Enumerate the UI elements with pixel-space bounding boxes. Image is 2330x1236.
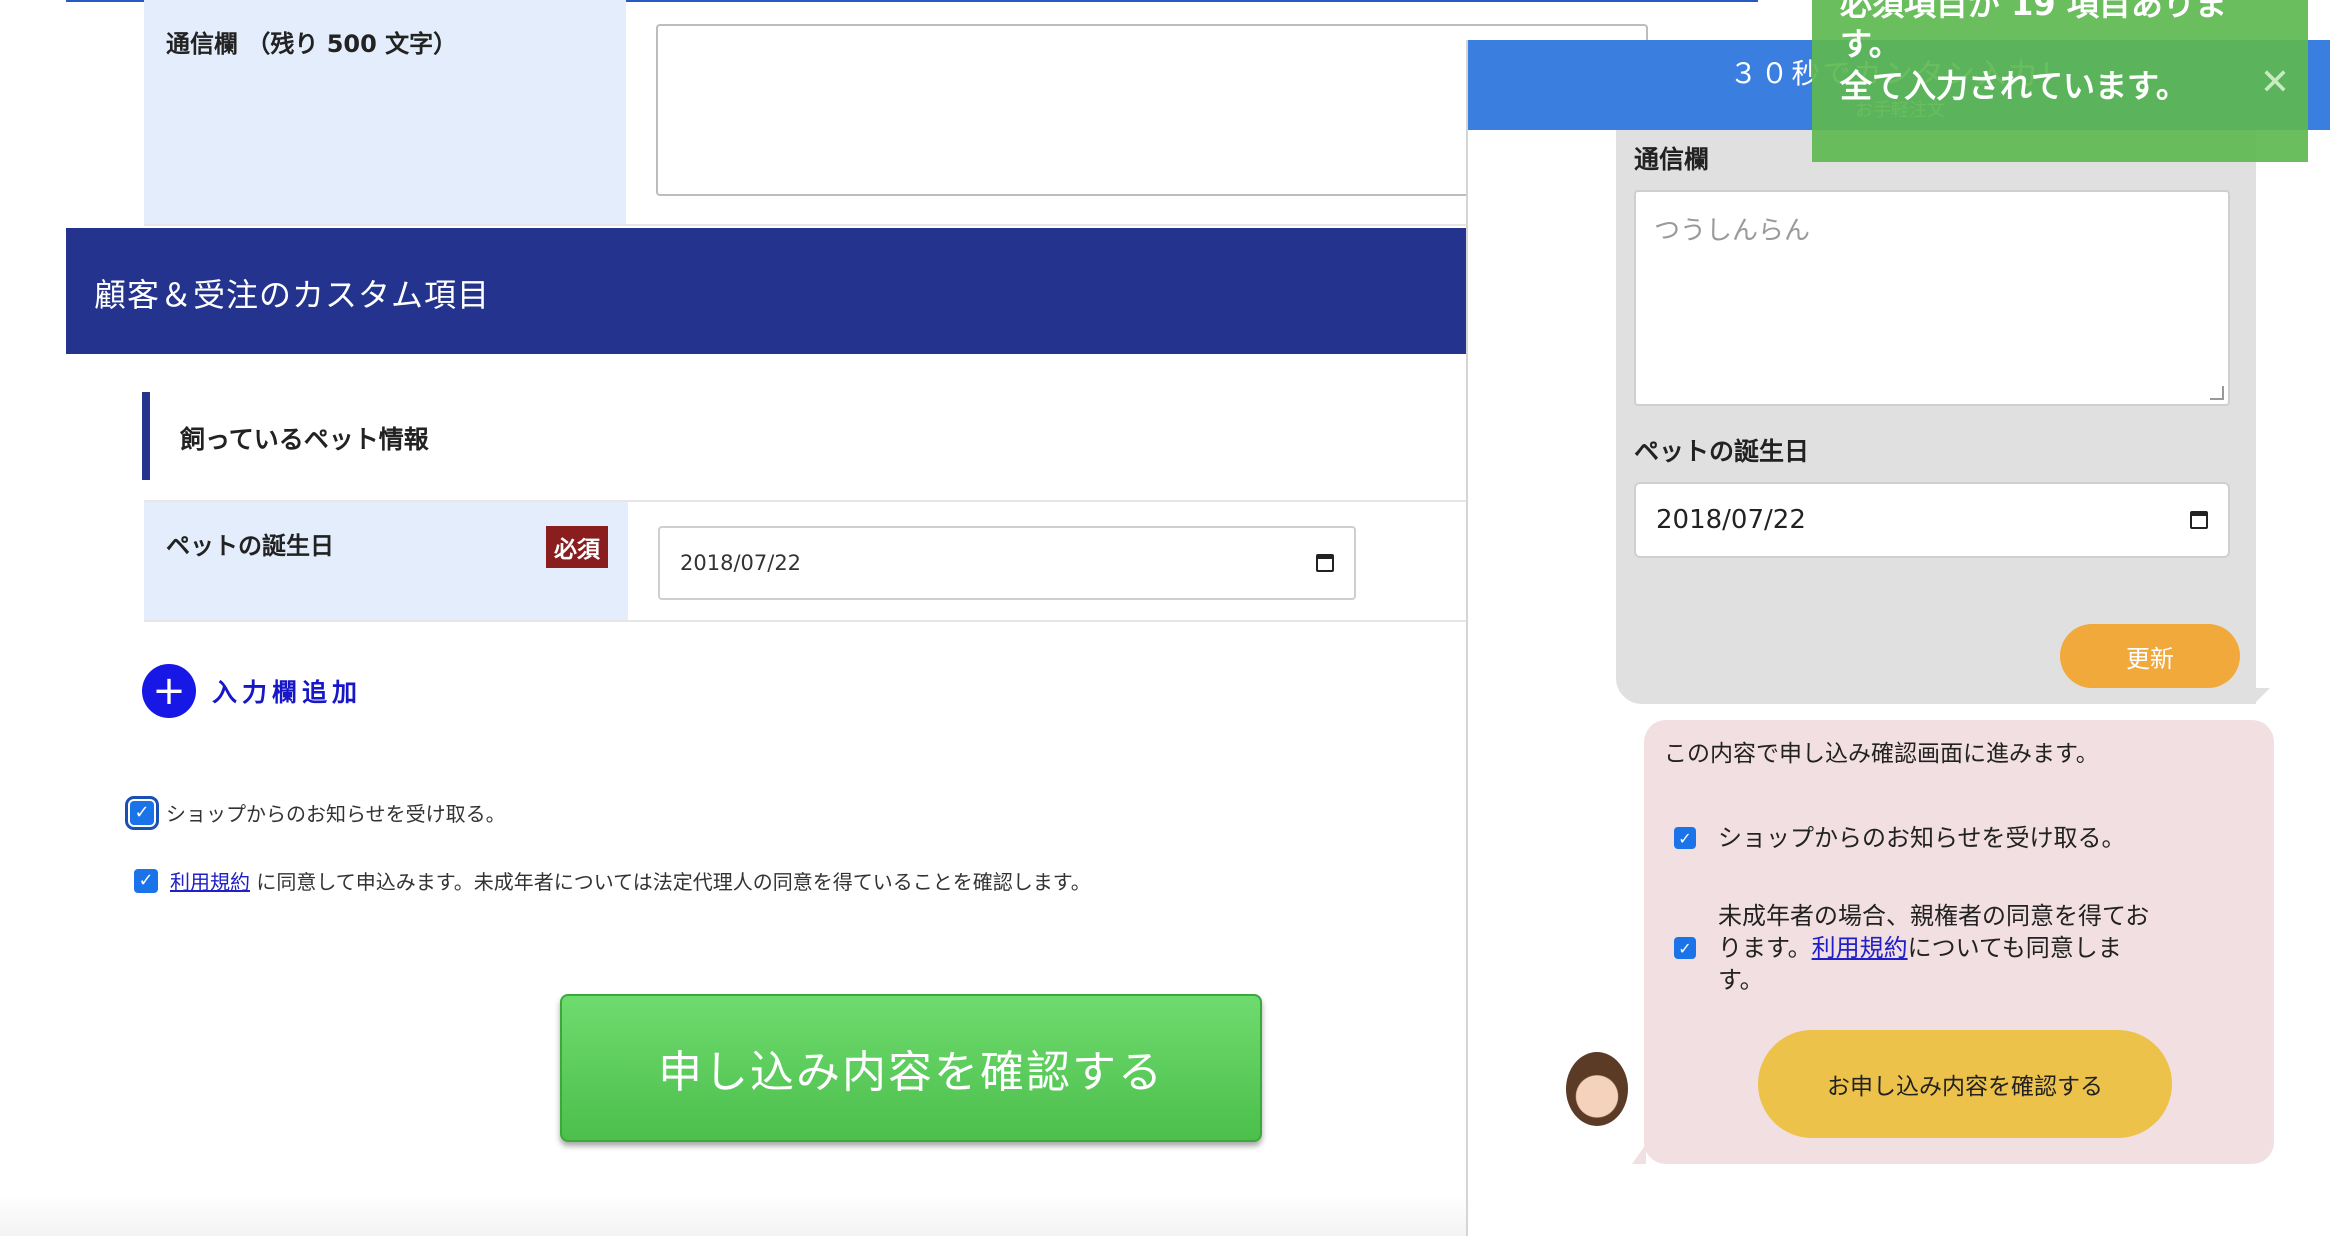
- resize-grip-icon[interactable]: [2210, 386, 2224, 400]
- terms-line: ✓ 利用規約 に同意して申込みます。未成年者については法定代理人の同意を得ている…: [134, 866, 1091, 895]
- operator-avatar: [1566, 1052, 1628, 1126]
- calendar-icon[interactable]: [1316, 554, 1334, 572]
- notification-toast: 必須項目が 19 項目ありま す。 全て入力されています。 ✕: [1812, 0, 2308, 162]
- bubble-tail: [2254, 688, 2270, 704]
- confirm-intro: この内容で申し込み確認画面に進みます。: [1664, 741, 2099, 767]
- page-root: 通信欄 （残り 500 文字） 顧客＆受注のカスタム項目 飼っているペット情報 …: [0, 0, 2330, 1236]
- chat-pet-birthday-value: 2018/07/22: [1656, 505, 1806, 535]
- memo-row: 通信欄 （残り 500 文字）: [144, 0, 1678, 226]
- bubble-tail-left: [1632, 1144, 1646, 1164]
- chat-pet-birthday-label: ペットの誕生日: [1634, 437, 1810, 466]
- newsletter-label: ショップからのお知らせを受け取る。: [166, 802, 506, 826]
- chat-confirm-button[interactable]: お申し込み内容を確認する: [1758, 1030, 2172, 1138]
- pet-birthday-row: ペットの誕生日 必須 2018/07/22: [144, 500, 1678, 622]
- minor-text-4: す。: [1718, 966, 1764, 994]
- terms-text: に同意して申込みます。未成年者については法定代理人の同意を得ていることを確認しま…: [250, 870, 1091, 894]
- add-field-label[interactable]: 入力欄追加: [212, 673, 362, 709]
- chat-newsletter-checkbox[interactable]: ✓: [1674, 827, 1696, 849]
- close-icon[interactable]: ✕: [2260, 62, 2290, 103]
- minor-text-3: についても同意しま: [1907, 934, 2122, 962]
- chat-memo-placeholder: つうしんらん: [1654, 216, 1811, 246]
- pet-info-subheading: 飼っているペット情報: [142, 392, 1678, 480]
- terms-checkbox[interactable]: ✓: [134, 868, 158, 893]
- toast-line1: 必須項目が 19 項目ありま: [1840, 0, 2227, 23]
- chat-memo-textarea[interactable]: つうしんらん: [1634, 190, 2230, 406]
- chat-terms-text: 未成年者の場合、親権者の同意を得てお ります。利用規約についても同意しま す。: [1718, 900, 2149, 996]
- terms-link[interactable]: 利用規約: [170, 870, 250, 894]
- required-badge: 必須: [546, 526, 608, 568]
- chat-panel: ３０秒でカンタン入力！ お手軽注文 通信欄 つうしんらん ペットの誕生日 201…: [1466, 40, 2330, 1236]
- chat-newsletter-line: ✓ ショップからのお知らせを受け取る。: [1674, 822, 2234, 854]
- confirm-application-button[interactable]: 申し込み内容を確認する: [560, 994, 1262, 1142]
- update-button[interactable]: 更新: [2060, 624, 2240, 688]
- plus-icon[interactable]: +: [142, 664, 196, 718]
- pet-birthday-date-value: 2018/07/22: [680, 551, 802, 575]
- minor-text-1: 未成年者の場合、親権者の同意を得てお: [1718, 902, 2150, 930]
- calendar-icon[interactable]: [2190, 511, 2208, 529]
- toast-line1b: す。: [1840, 25, 1901, 63]
- terms-text-wrap: 利用規約 に同意して申込みます。未成年者については法定代理人の同意を得ていること…: [170, 866, 1091, 895]
- pet-birthday-date-input[interactable]: 2018/07/22: [658, 526, 1356, 600]
- bottom-fade: [0, 1196, 1470, 1236]
- chat-terms-link[interactable]: 利用規約: [1812, 934, 1908, 962]
- memo-label: 通信欄 （残り 500 文字）: [144, 0, 626, 224]
- chat-terms-line: ✓ 未成年者の場合、親権者の同意を得てお ります。利用規約についても同意しま す…: [1674, 900, 2234, 996]
- chat-newsletter-label: ショップからのお知らせを受け取る。: [1718, 824, 2126, 852]
- pet-birthday-label-cell: ペットの誕生日 必須: [144, 502, 628, 620]
- chat-pet-birthday-input[interactable]: 2018/07/22: [1634, 482, 2230, 558]
- newsletter-checkbox[interactable]: ✓: [125, 795, 159, 830]
- chat-confirm-bubble: この内容で申し込み確認画面に進みます。 ✓ ショップからのお知らせを受け取る。 …: [1644, 720, 2274, 1164]
- newsletter-line: ✓ ショップからのお知らせを受け取る。: [125, 795, 506, 830]
- pet-birthday-label: ペットの誕生日: [166, 532, 334, 560]
- chat-form-bubble: 通信欄 つうしんらん ペットの誕生日 2018/07/22 更新: [1616, 130, 2256, 704]
- minor-text-2: ります。: [1718, 934, 1812, 962]
- add-field-button[interactable]: + 入力欄追加: [142, 664, 362, 718]
- toast-line2: 全て入力されています。: [1840, 67, 2188, 105]
- chat-terms-checkbox[interactable]: ✓: [1674, 937, 1696, 959]
